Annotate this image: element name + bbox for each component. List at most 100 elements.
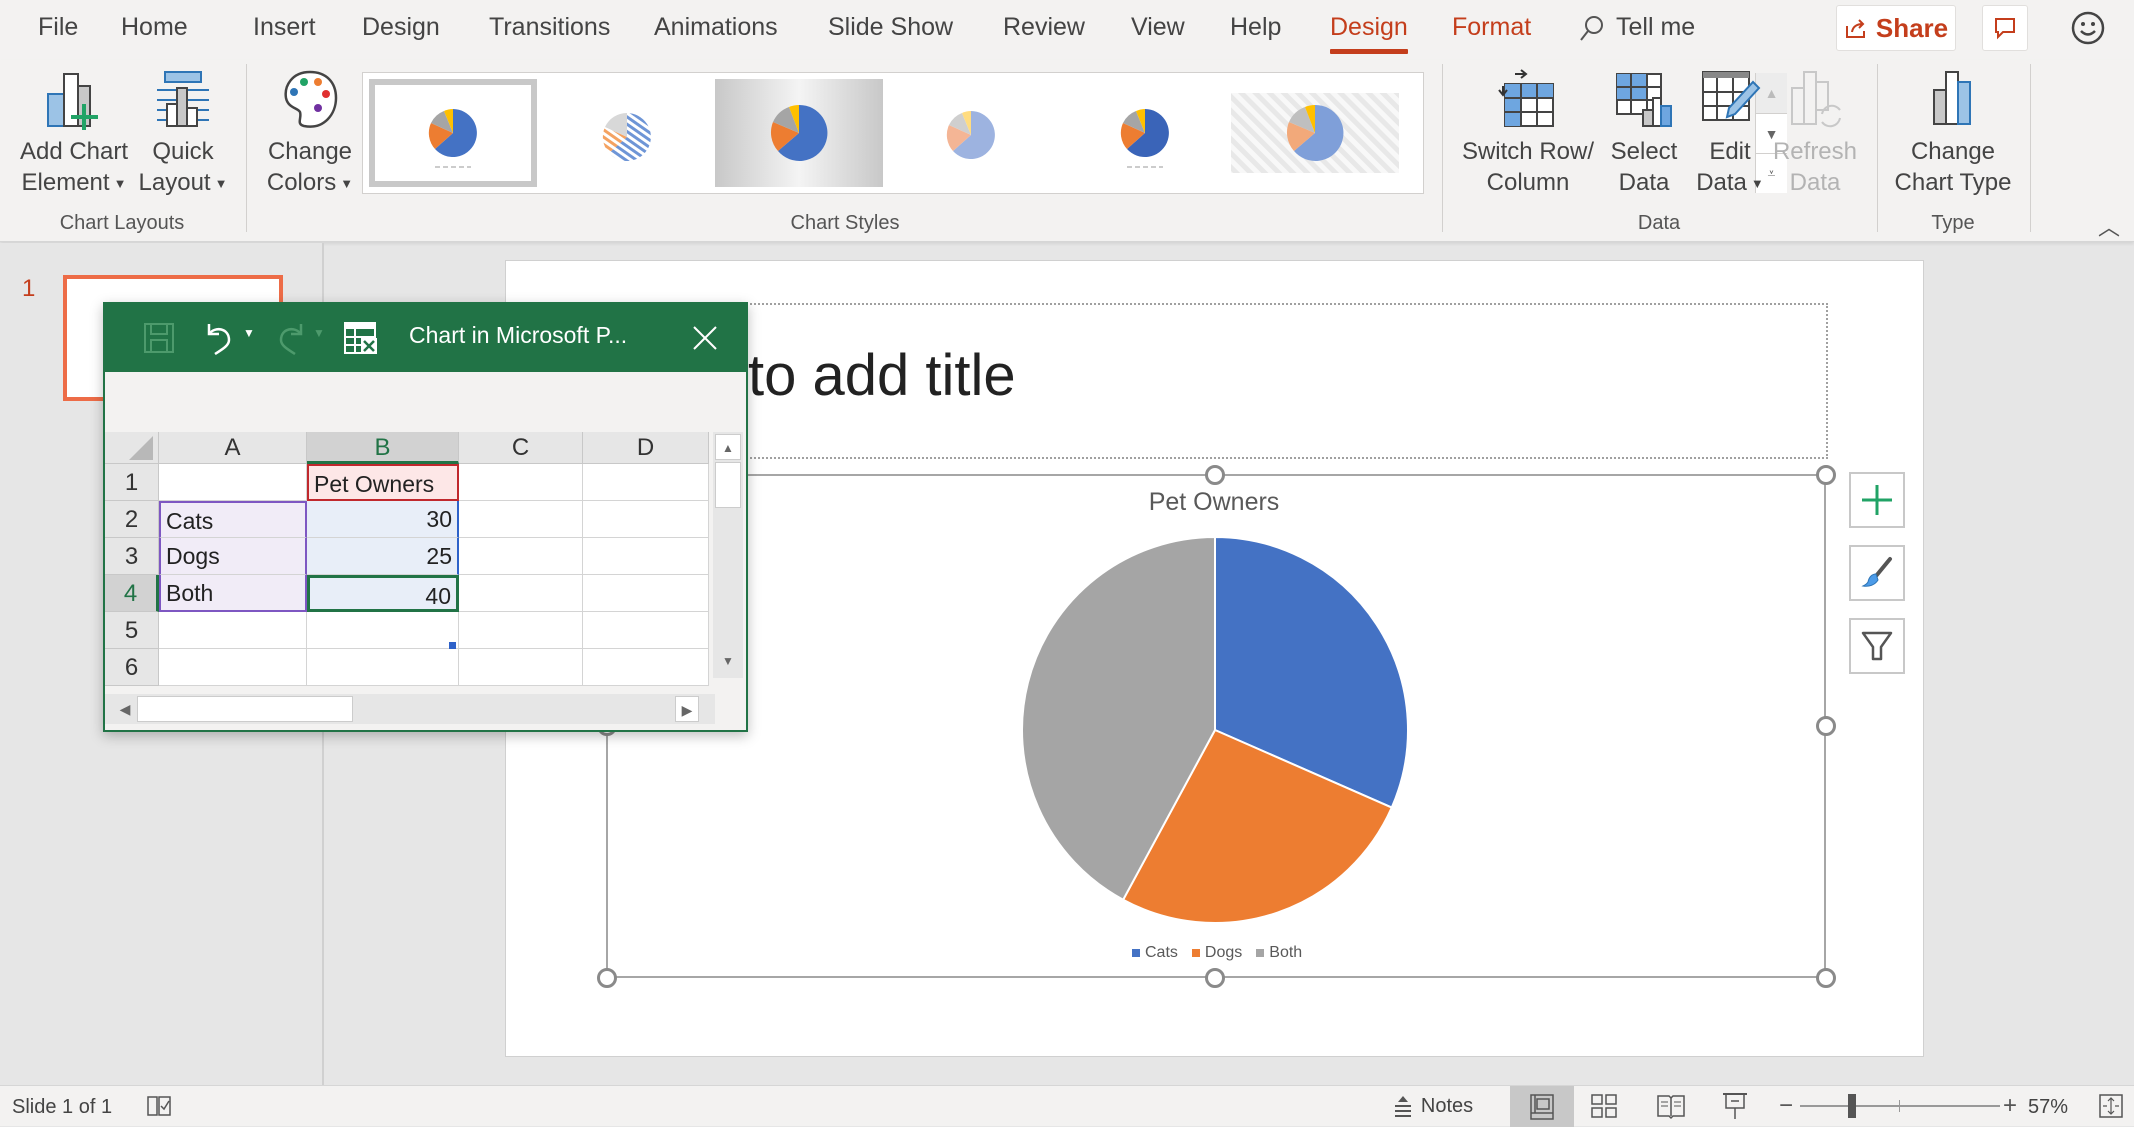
chart-style-2[interactable]	[543, 79, 711, 187]
cell-d1[interactable]	[583, 464, 709, 501]
feedback-smiley-icon[interactable]	[2070, 10, 2106, 46]
slide-show-button[interactable]	[1718, 1088, 1752, 1124]
add-chart-element-button[interactable]: Add Chart Element ▼	[18, 68, 130, 199]
row-header-1[interactable]: 1	[105, 464, 159, 501]
switch-row-column-button[interactable]: Switch Row/ Column	[1460, 68, 1596, 198]
cell-c4[interactable]	[459, 575, 583, 612]
legend-item-dogs[interactable]: Dogs	[1191, 944, 1242, 962]
select-data-button[interactable]: Select Data	[1604, 68, 1684, 198]
cell-b2[interactable]: 30	[307, 501, 459, 538]
vertical-scroll-thumb[interactable]	[715, 462, 741, 508]
resize-handle-bottom-right[interactable]	[1816, 968, 1836, 988]
redo-dropdown-caret-icon[interactable]: ▼	[313, 326, 325, 340]
select-all-corner[interactable]	[105, 432, 159, 464]
tab-design[interactable]: Design	[362, 13, 440, 42]
tab-review[interactable]: Review	[1003, 13, 1085, 42]
undo-dropdown-caret-icon[interactable]: ▼	[243, 326, 255, 340]
cell-c3[interactable]	[459, 538, 583, 575]
cell-d2[interactable]	[583, 501, 709, 538]
scroll-left-arrow-icon[interactable]: ◀	[113, 696, 137, 722]
chart-style-4[interactable]	[887, 79, 1055, 187]
close-icon[interactable]	[691, 324, 719, 352]
scroll-up-arrow-icon[interactable]: ▲	[715, 434, 741, 460]
tab-help[interactable]: Help	[1230, 13, 1281, 42]
tab-animations[interactable]: Animations	[654, 13, 778, 42]
excel-title-bar[interactable]: ▼ ▼ Chart in Microsoft P...	[105, 304, 746, 372]
cell-d5[interactable]	[583, 612, 709, 649]
edit-data-button[interactable]: Edit Data ▼	[1692, 68, 1768, 199]
tell-me-search[interactable]: Tell me	[1578, 13, 1695, 42]
resize-handle-top[interactable]	[1205, 465, 1225, 485]
cell-d6[interactable]	[583, 649, 709, 686]
zoom-slider-thumb[interactable]	[1848, 1094, 1857, 1118]
resize-handle-top-right[interactable]	[1816, 465, 1836, 485]
undo-icon[interactable]	[201, 320, 237, 356]
row-header-6[interactable]: 6	[105, 649, 159, 686]
chart-style-1[interactable]	[369, 79, 537, 187]
normal-view-button[interactable]	[1510, 1086, 1574, 1127]
row-header-4[interactable]: 4	[105, 575, 159, 612]
horizontal-scrollbar[interactable]: ◀ ▶	[105, 694, 715, 724]
change-chart-type-button[interactable]: Change Chart Type	[1890, 68, 2016, 198]
quick-layout-button[interactable]: Quick Layout ▼	[138, 68, 228, 199]
chart-elements-button[interactable]	[1849, 472, 1905, 528]
legend-item-cats[interactable]: Cats	[1132, 944, 1178, 962]
tab-file[interactable]: File	[38, 13, 78, 42]
tab-chart-format[interactable]: Format	[1452, 13, 1531, 42]
tab-insert[interactable]: Insert	[253, 13, 316, 42]
row-header-2[interactable]: 2	[105, 501, 159, 538]
resize-handle-bottom[interactable]	[1205, 968, 1225, 988]
resize-handle-bottom-left[interactable]	[597, 968, 617, 988]
scroll-down-arrow-icon[interactable]: ▼	[715, 648, 741, 674]
cell-c1[interactable]	[459, 464, 583, 501]
zoom-slider[interactable]	[1800, 1086, 2000, 1127]
slide-sorter-button[interactable]	[1590, 1088, 1618, 1124]
vertical-scrollbar[interactable]: ▲ ▼	[713, 432, 743, 678]
row-header-3[interactable]: 3	[105, 538, 159, 575]
cell-a5[interactable]	[159, 612, 307, 649]
tab-transitions[interactable]: Transitions	[489, 13, 610, 42]
tab-home[interactable]: Home	[121, 13, 188, 42]
cell-b3[interactable]: 25	[307, 538, 459, 575]
chart-legend[interactable]: Cats Dogs Both	[1132, 944, 1302, 962]
cell-c2[interactable]	[459, 501, 583, 538]
accessibility-check-icon[interactable]	[146, 1094, 174, 1120]
column-header-a[interactable]: A	[159, 432, 307, 464]
tab-slide-show[interactable]: Slide Show	[828, 13, 953, 42]
column-header-b[interactable]: B	[307, 432, 459, 464]
chart-filters-button[interactable]	[1849, 618, 1905, 674]
cell-b1[interactable]: Pet Owners	[307, 464, 459, 501]
legend-item-both[interactable]: Both	[1256, 944, 1302, 962]
cell-a3[interactable]: Dogs	[159, 538, 307, 575]
reading-view-button[interactable]	[1654, 1088, 1688, 1124]
cell-d3[interactable]	[583, 538, 709, 575]
fit-slide-button[interactable]	[2096, 1088, 2126, 1124]
cell-d4[interactable]	[583, 575, 709, 612]
chart-style-5[interactable]	[1061, 79, 1229, 187]
cell-c5[interactable]	[459, 612, 583, 649]
save-icon[interactable]	[143, 322, 175, 354]
notes-button[interactable]: Notes	[1388, 1088, 1478, 1124]
zoom-level[interactable]: 57%	[2028, 1096, 2068, 1119]
cell-c6[interactable]	[459, 649, 583, 686]
zoom-in-button[interactable]: +	[2000, 1088, 2020, 1124]
cell-a1[interactable]	[159, 464, 307, 501]
edit-in-excel-icon[interactable]	[343, 320, 379, 356]
cell-a4[interactable]: Both	[159, 575, 307, 612]
tab-view[interactable]: View	[1131, 13, 1185, 42]
comments-button[interactable]	[1982, 5, 2028, 51]
column-header-c[interactable]: C	[459, 432, 583, 464]
column-header-d[interactable]: D	[583, 432, 709, 464]
share-button[interactable]: Share	[1836, 5, 1956, 51]
scroll-right-arrow-icon[interactable]: ▶	[675, 696, 699, 722]
horizontal-scroll-thumb[interactable]	[137, 696, 353, 722]
chart-styles-button[interactable]	[1849, 545, 1905, 601]
change-colors-button[interactable]: Change Colors ▼	[262, 68, 358, 199]
range-resize-handle[interactable]	[449, 642, 456, 649]
tab-chart-design[interactable]: Design	[1330, 13, 1408, 54]
chart-style-3[interactable]	[715, 79, 883, 187]
zoom-out-button[interactable]: −	[1776, 1088, 1796, 1124]
cell-a6[interactable]	[159, 649, 307, 686]
collapse-ribbon-icon[interactable]: ︿	[2098, 210, 2120, 242]
cell-b6[interactable]	[307, 649, 459, 686]
